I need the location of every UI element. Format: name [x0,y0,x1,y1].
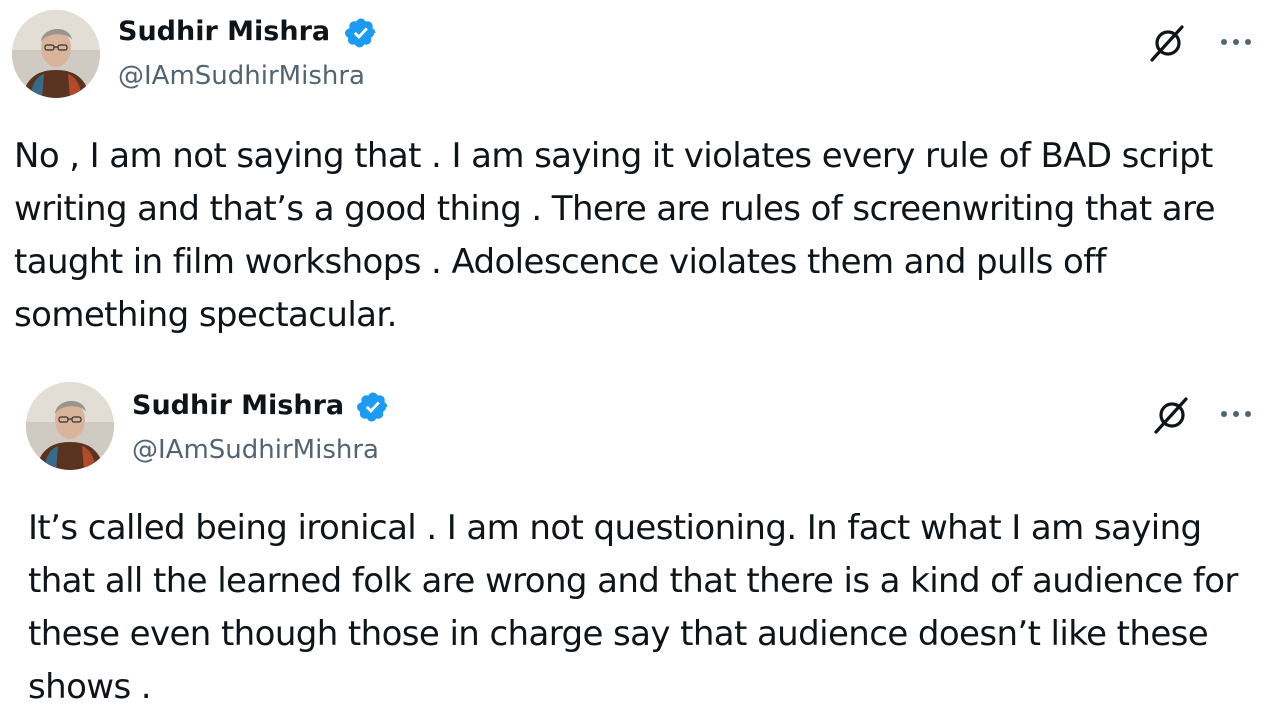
more-options-icon[interactable] [1218,36,1254,48]
tweet-text: No , I am not saying that . I am saying … [14,136,1216,335]
display-name[interactable]: Sudhir Mishra [132,390,344,422]
tweet: Sudhir Mishra @IAmSudhirMishra It’s call… [0,370,1280,720]
display-name[interactable]: Sudhir Mishra [118,16,330,48]
avatar[interactable] [12,10,100,98]
grok-icon[interactable] [1146,22,1188,64]
handle[interactable]: @IAmSudhirMishra [118,60,365,92]
tweet: Sudhir Mishra @IAmSudhirMishra No , I am… [0,0,1280,362]
profile-photo-icon [26,382,114,470]
more-options-icon[interactable] [1218,408,1254,420]
handle[interactable]: @IAmSudhirMishra [132,434,379,466]
tweet-text: It’s called being ironical . I am not qu… [28,508,1238,707]
grok-icon[interactable] [1150,394,1192,436]
avatar[interactable] [26,382,114,470]
profile-photo-icon [12,10,100,98]
verified-badge-icon [357,392,388,422]
verified-badge-icon [345,18,376,48]
